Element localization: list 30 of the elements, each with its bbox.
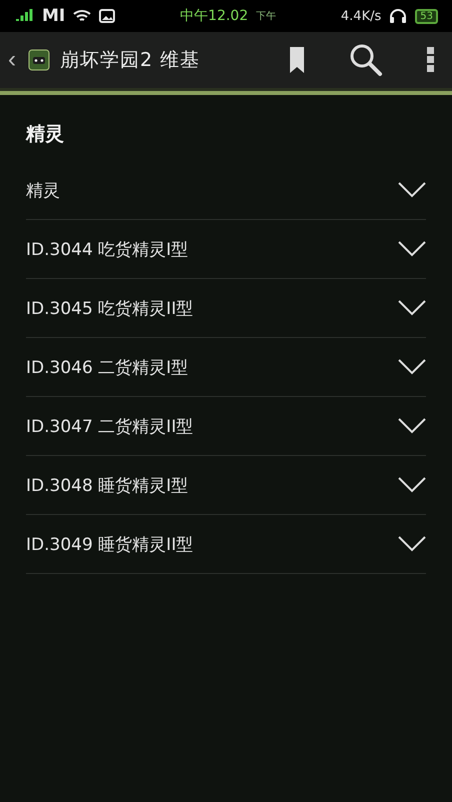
more-options-icon[interactable] bbox=[427, 47, 434, 73]
chevron-down-icon[interactable] bbox=[398, 300, 426, 316]
list-item[interactable]: ID.3044 吃货精灵I型 bbox=[26, 238, 188, 260]
status-period: 下午 bbox=[256, 10, 276, 23]
wifi-icon bbox=[73, 9, 92, 23]
search-icon[interactable] bbox=[349, 43, 383, 77]
chevron-down-icon[interactable] bbox=[398, 418, 426, 434]
network-speed: 4.4K/s bbox=[340, 8, 382, 24]
chevron-down-icon[interactable] bbox=[398, 241, 426, 257]
chevron-down-icon[interactable] bbox=[398, 359, 426, 375]
bookmark-icon[interactable] bbox=[289, 46, 305, 74]
headphones-icon bbox=[389, 8, 408, 24]
carrier-logo: MI bbox=[42, 6, 66, 26]
app-icon bbox=[28, 49, 50, 71]
signal-icon bbox=[16, 9, 34, 23]
back-button[interactable]: ‹ bbox=[6, 46, 18, 74]
status-time: 中午12.02 bbox=[180, 7, 248, 25]
chevron-down-icon[interactable] bbox=[398, 182, 426, 198]
list-item[interactable]: ID.3049 睡货精灵II型 bbox=[26, 532, 194, 556]
chevron-down-icon[interactable] bbox=[398, 477, 426, 493]
list-item[interactable]: ID.3048 睡货精灵I型 bbox=[26, 474, 188, 496]
list-item[interactable]: ID.3045 吃货精灵II型 bbox=[26, 296, 194, 320]
chevron-down-icon[interactable] bbox=[398, 536, 426, 552]
app-title: 崩坏学园2 维基 bbox=[60, 48, 202, 73]
section-heading: 精灵 bbox=[26, 122, 65, 147]
list-item[interactable]: 精灵 bbox=[26, 178, 60, 202]
list-item[interactable]: ID.3047 二货精灵II型 bbox=[26, 414, 194, 438]
list-item[interactable]: ID.3046 二货精灵I型 bbox=[26, 356, 188, 378]
image-icon bbox=[99, 9, 116, 23]
battery-level: 53 bbox=[415, 8, 438, 24]
